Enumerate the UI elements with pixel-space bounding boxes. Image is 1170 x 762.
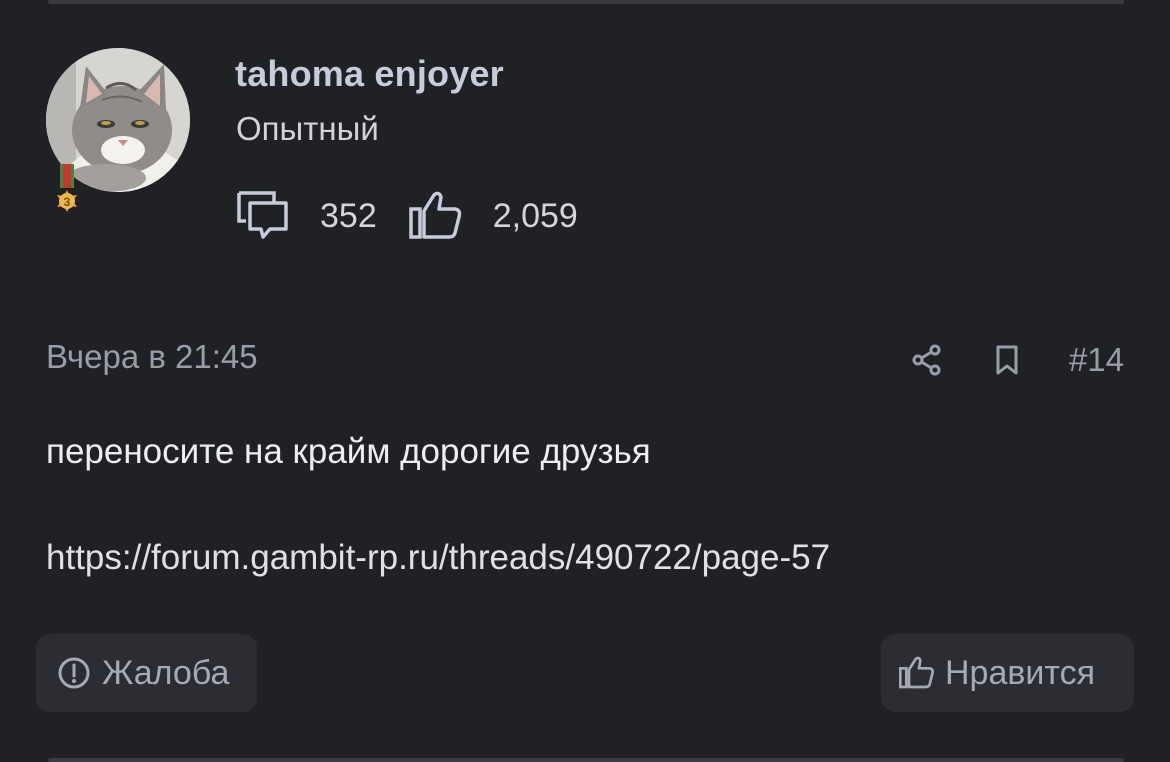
- share-icon[interactable]: [909, 342, 945, 378]
- avatar-block[interactable]: 3: [46, 48, 190, 212]
- post-link[interactable]: https://forum.gambit-rp.ru/threads/49072…: [46, 538, 830, 578]
- previous-post-edge: [48, 0, 1124, 4]
- next-post-edge: [48, 758, 1124, 762]
- medal-level: 3: [64, 195, 71, 209]
- post-text: переносите на крайм дорогие друзья: [46, 432, 651, 471]
- post-number[interactable]: #14: [1069, 341, 1124, 379]
- like-label: Нравится: [945, 653, 1096, 692]
- messages-icon: [237, 191, 288, 239]
- user-stats: 352 2,059: [236, 188, 578, 244]
- report-label: Жалоба: [102, 653, 230, 692]
- likes-count: 2,059: [492, 196, 578, 235]
- report-button[interactable]: Жалоба: [36, 634, 257, 712]
- alert-circle-icon: [58, 657, 90, 689]
- post-actions: #14: [909, 338, 1124, 382]
- bookmark-icon[interactable]: [989, 342, 1025, 378]
- thumbs-up-icon: [899, 656, 934, 689]
- forum-post-page: 3 tahoma enjoyer Опытный 352 2,059 Вчера…: [0, 0, 1170, 762]
- post-date[interactable]: Вчера в 21:45: [46, 338, 258, 376]
- thumbs-up-icon: [408, 191, 461, 239]
- medal-icon: 3: [57, 164, 77, 212]
- messages-count: 352: [320, 196, 377, 235]
- like-button[interactable]: Нравится: [881, 634, 1134, 712]
- user-rank: Опытный: [236, 110, 379, 147]
- username[interactable]: tahoma enjoyer: [235, 53, 504, 95]
